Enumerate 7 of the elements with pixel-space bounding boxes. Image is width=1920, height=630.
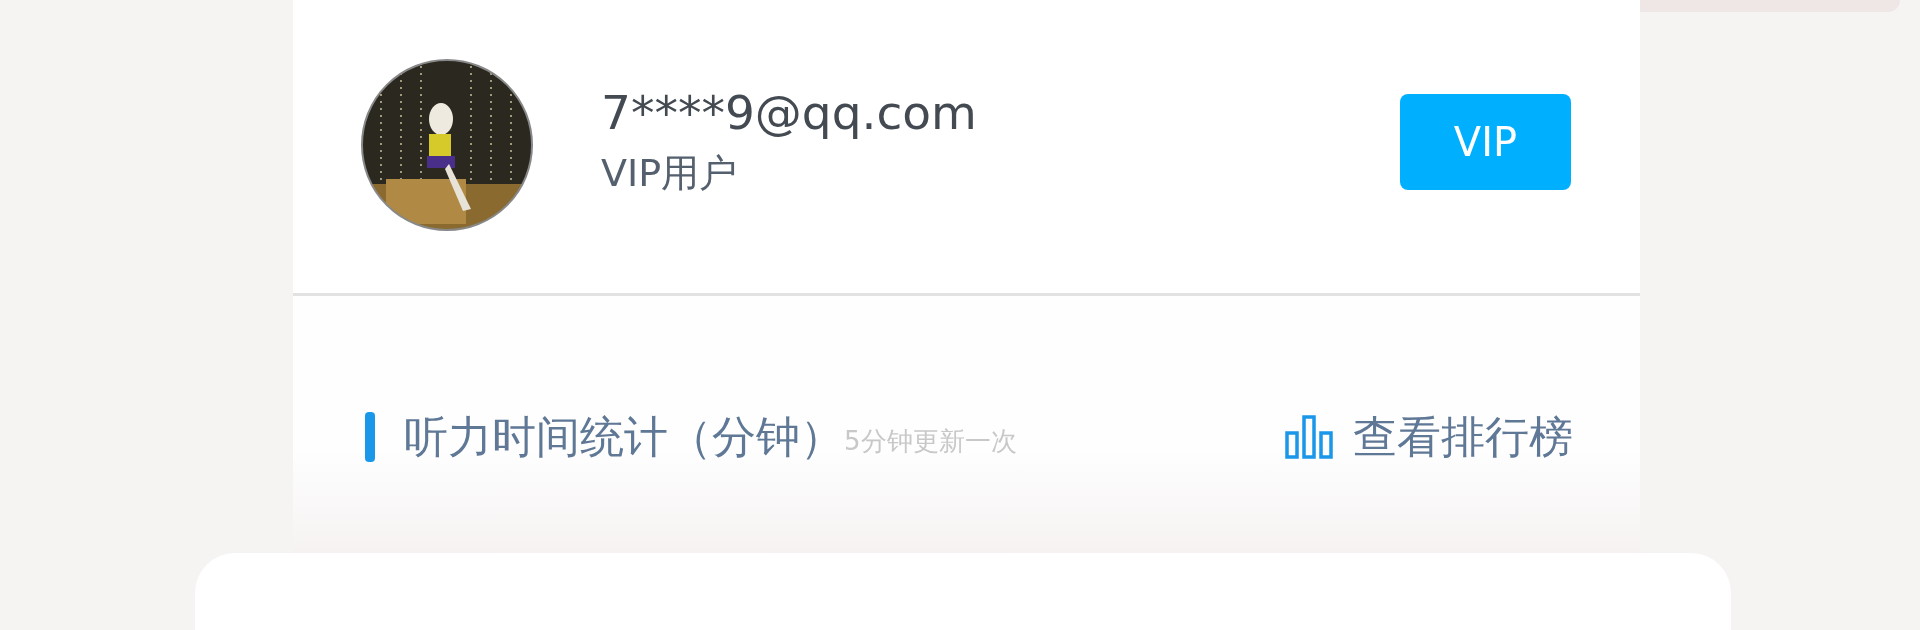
section-title: 听力时间统计（分钟） (404, 409, 844, 464)
membership-label: VIP用户 (601, 149, 739, 197)
account-email: 7****9@qq.com (601, 84, 978, 140)
ranking-link[interactable]: 查看排行榜 (1285, 407, 1573, 467)
vip-button[interactable]: VIP (1400, 93, 1571, 190)
bar-chart-icon (1285, 415, 1333, 459)
section-marker (365, 412, 375, 462)
